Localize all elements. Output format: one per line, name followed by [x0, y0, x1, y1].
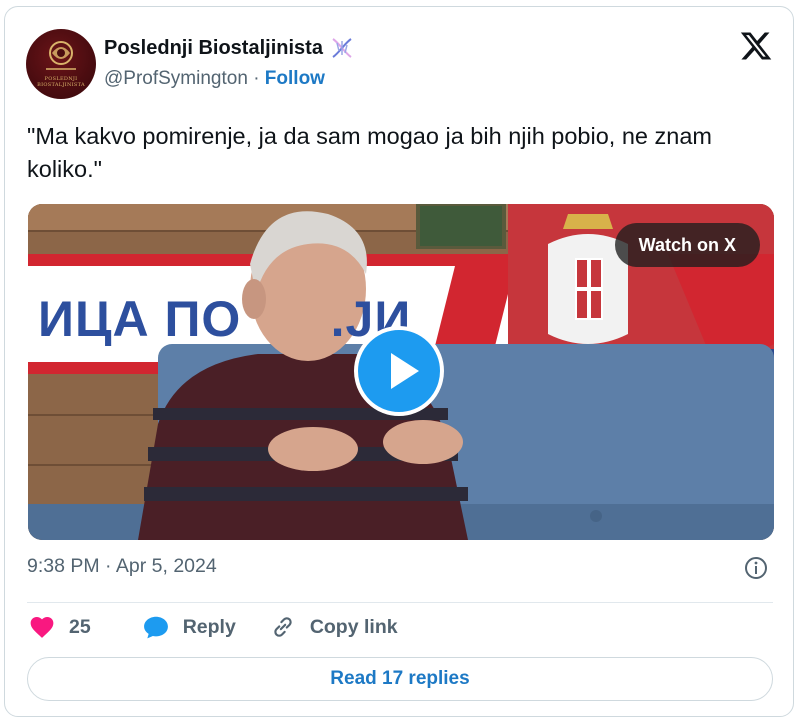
tweet-text: "Ma kakvo pomirenje, ja da sam mogao ja …	[27, 123, 712, 182]
avatar-emblem-icon	[46, 41, 76, 70]
video-thumbnail[interactable]: ИЦА ПО .ЈИ Watch on X	[28, 204, 774, 540]
play-button[interactable]	[354, 326, 444, 416]
heart-icon	[30, 617, 54, 638]
author-handle-row: @ProfSymington · Follow	[104, 68, 325, 90]
tweet-timestamp[interactable]: 9:38 PM · Apr 5, 2024	[27, 555, 217, 578]
divider	[27, 602, 773, 603]
copy-link-button[interactable]: Copy link	[270, 614, 398, 640]
tweet-card: POSLEDNJI BIOSTALJINISTA Poslednji Biost…	[4, 6, 794, 717]
avatar[interactable]: POSLEDNJI BIOSTALJINISTA	[26, 29, 96, 99]
follow-button[interactable]: Follow	[265, 68, 325, 89]
watch-on-x-button[interactable]: Watch on X	[614, 223, 760, 267]
author-handle[interactable]: @ProfSymington	[104, 68, 248, 89]
reply-button[interactable]: Reply	[143, 615, 236, 639]
play-icon	[391, 353, 419, 389]
like-count: 25	[69, 615, 91, 638]
author-name-row: Poslednji Biostaljinista	[104, 35, 355, 61]
separator-dot: ·	[253, 68, 260, 89]
copy-link-label: Copy link	[309, 615, 398, 638]
author-name[interactable]: Poslednji Biostaljinista	[104, 37, 323, 60]
avatar-text: POSLEDNJI BIOSTALJINISTA	[37, 76, 85, 88]
x-logo-icon[interactable]	[739, 29, 773, 63]
link-icon	[274, 617, 292, 637]
banner-text: ИЦА ПО .ЈИ	[38, 291, 412, 347]
reply-label: Reply	[182, 615, 236, 638]
like-button[interactable]: 25	[29, 615, 91, 639]
reply-bubble-icon	[143, 616, 168, 639]
read-replies-button[interactable]: Read 17 replies	[27, 657, 773, 701]
info-icon[interactable]	[744, 556, 768, 580]
action-bar: 25 Reply Copy link	[29, 614, 398, 640]
dna-icon	[332, 38, 352, 58]
